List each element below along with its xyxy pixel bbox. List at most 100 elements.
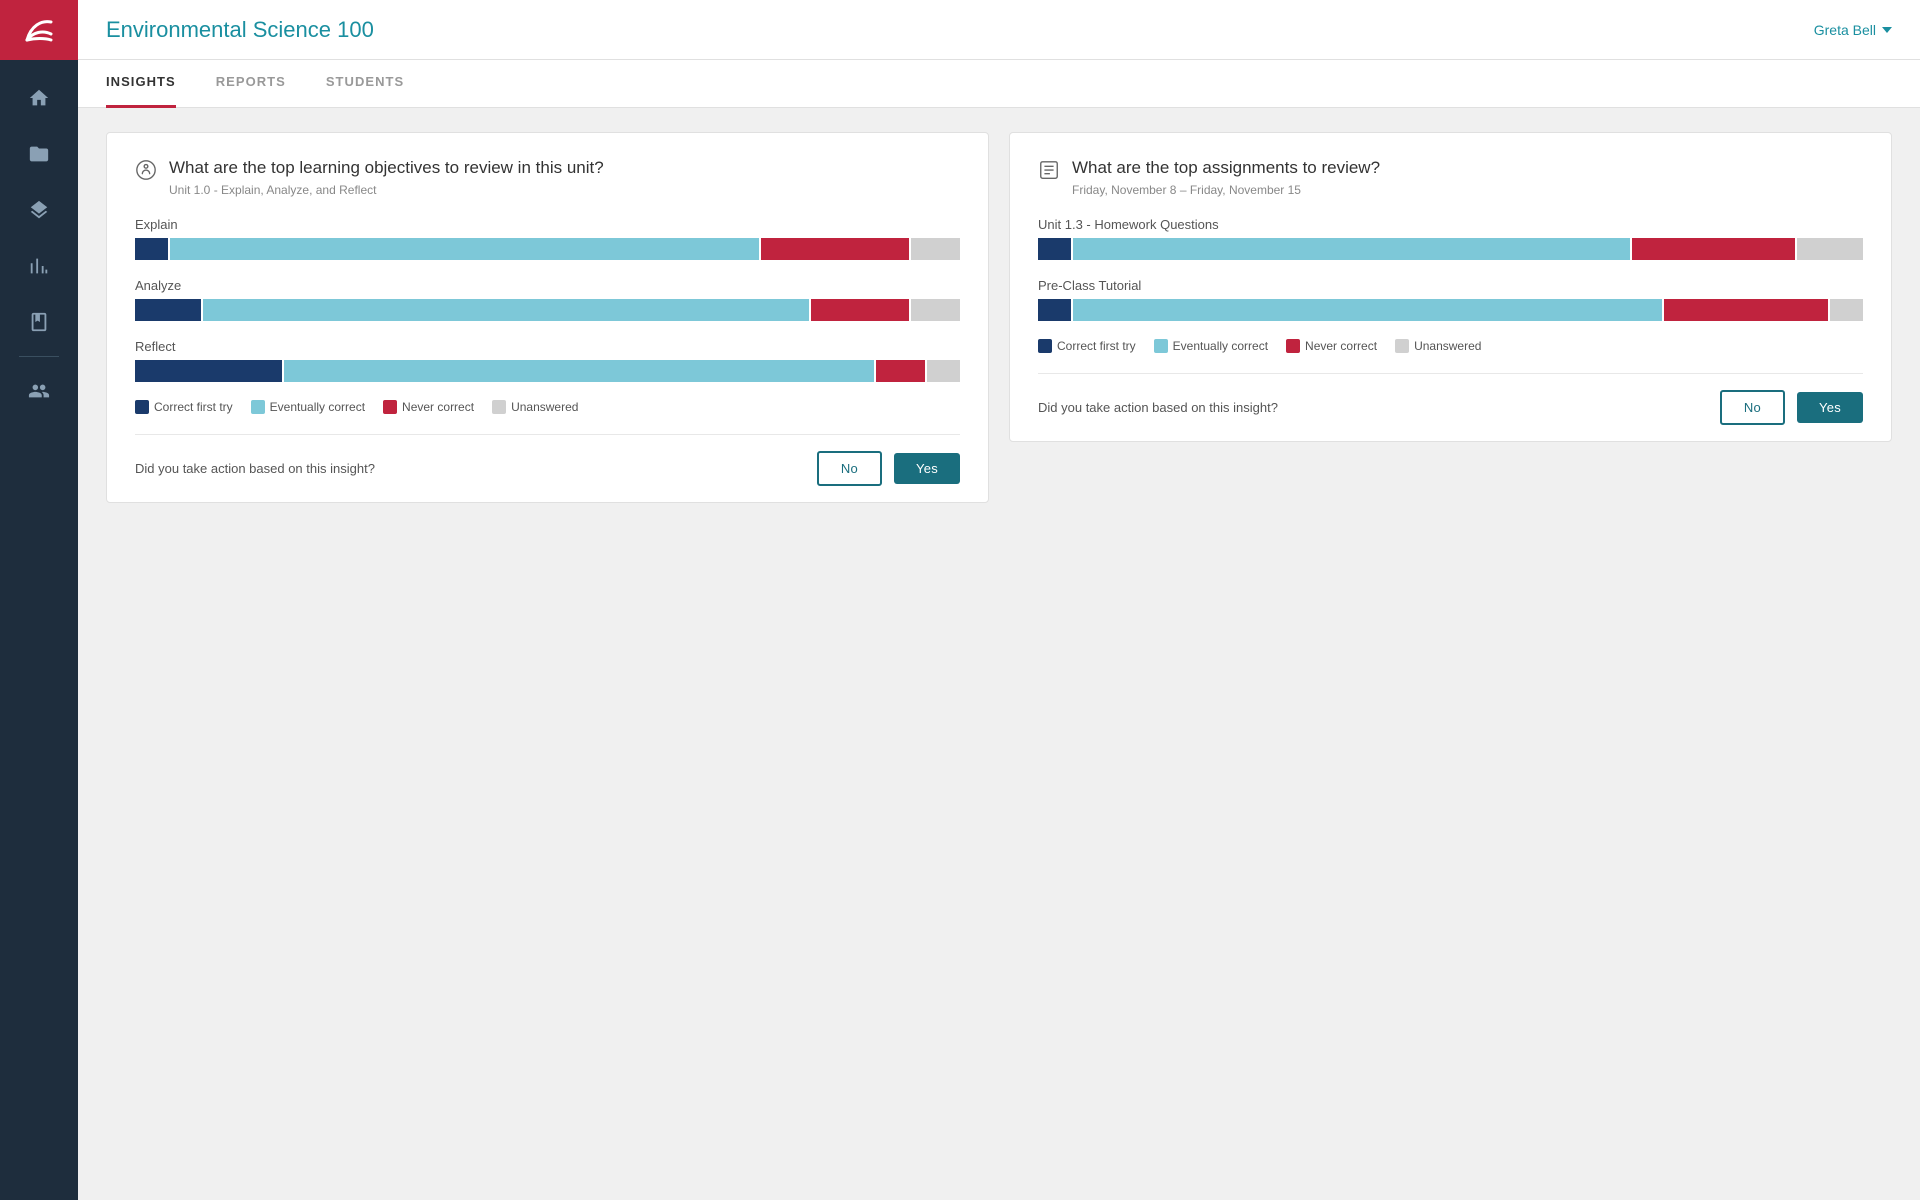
card1-title: What are the top learning objectives to … (169, 157, 604, 179)
card2-header-text: What are the top assignments to review? … (1072, 157, 1380, 197)
card2-bar-preclass: Pre-Class Tutorial (1038, 278, 1863, 321)
bar-explain-correct (135, 238, 168, 260)
legend-correct-first: Correct first try (135, 400, 233, 414)
card2-title: What are the top assignments to review? (1072, 157, 1380, 179)
swatch-never (383, 400, 397, 414)
bar-label-homework: Unit 1.3 - Homework Questions (1038, 217, 1863, 232)
card2-swatch-eventually (1154, 339, 1168, 353)
card2-legend-never: Never correct (1286, 339, 1377, 353)
legend-unanswered-label: Unanswered (511, 400, 578, 414)
sidebar-item-home[interactable] (0, 70, 78, 126)
bar-analyze-unanswered (911, 299, 960, 321)
app-logo[interactable] (0, 0, 78, 60)
card-learning-objectives: What are the top learning objectives to … (106, 132, 989, 503)
bar-preclass-unanswered (1830, 299, 1863, 321)
swatch-unanswered (492, 400, 506, 414)
main-content: Environmental Science 100 Greta Bell INS… (78, 0, 1920, 1200)
bar-analyze-never (811, 299, 909, 321)
bar-homework-unanswered (1797, 238, 1863, 260)
bar-reflect-never (876, 360, 925, 382)
card1-bar-explain: Explain (135, 217, 960, 260)
legend-eventually-label: Eventually correct (270, 400, 365, 414)
bar-preclass-eventually (1073, 299, 1663, 321)
bar-label-analyze: Analyze (135, 278, 960, 293)
card1-no-button[interactable]: No (817, 451, 882, 486)
bar-analyze-correct (135, 299, 201, 321)
bar-explain-unanswered (911, 238, 960, 260)
sidebar (0, 0, 78, 1200)
swatch-correct-first (135, 400, 149, 414)
sidebar-item-notebook[interactable] (0, 294, 78, 350)
card1-bar-reflect: Reflect (135, 339, 960, 382)
bar-preclass-correct (1038, 299, 1071, 321)
card1-legend: Correct first try Eventually correct Nev… (135, 400, 960, 414)
swatch-eventually (251, 400, 265, 414)
card2-legend-eventually-label: Eventually correct (1173, 339, 1268, 353)
card1-action-bar: Did you take action based on this insigh… (135, 434, 960, 502)
card1-yes-button[interactable]: Yes (894, 453, 960, 484)
card2-yes-button[interactable]: Yes (1797, 392, 1863, 423)
user-menu[interactable]: Greta Bell (1814, 22, 1892, 38)
tab-insights[interactable]: INSIGHTS (106, 60, 176, 108)
card1-header: What are the top learning objectives to … (135, 157, 960, 197)
sidebar-item-users[interactable] (0, 363, 78, 419)
sidebar-item-folder[interactable] (0, 126, 78, 182)
bar-explain-eventually (170, 238, 760, 260)
card1-bar-analyze: Analyze (135, 278, 960, 321)
card2-swatch-never (1286, 339, 1300, 353)
bar-reflect-eventually (284, 360, 874, 382)
card2-action-bar: Did you take action based on this insigh… (1038, 373, 1863, 441)
card1-header-text: What are the top learning objectives to … (169, 157, 604, 197)
bar-label-reflect: Reflect (135, 339, 960, 354)
card2-bar-homework: Unit 1.3 - Homework Questions (1038, 217, 1863, 260)
card2-legend-correct-label: Correct first try (1057, 339, 1136, 353)
card2-subtitle: Friday, November 8 – Friday, November 15 (1072, 183, 1380, 197)
bar-explain-never (761, 238, 908, 260)
sidebar-item-layers[interactable] (0, 182, 78, 238)
user-name: Greta Bell (1814, 22, 1876, 38)
card1-subtitle: Unit 1.0 - Explain, Analyze, and Reflect (169, 183, 604, 197)
bar-explain (135, 238, 960, 260)
bar-preclass-never (1664, 299, 1828, 321)
card2-legend-unanswered: Unanswered (1395, 339, 1481, 353)
legend-never-label: Never correct (402, 400, 474, 414)
card2-legend: Correct first try Eventually correct Nev… (1038, 339, 1863, 353)
bar-reflect-correct (135, 360, 282, 382)
card2-swatch-correct (1038, 339, 1052, 353)
bar-label-preclass: Pre-Class Tutorial (1038, 278, 1863, 293)
nav-tabs: INSIGHTS REPORTS STUDENTS (78, 60, 1920, 108)
bar-preclass (1038, 299, 1863, 321)
card2-header: What are the top assignments to review? … (1038, 157, 1863, 197)
bar-homework-never (1632, 238, 1796, 260)
card1-action-question: Did you take action based on this insigh… (135, 461, 805, 476)
legend-unanswered: Unanswered (492, 400, 578, 414)
legend-correct-first-label: Correct first try (154, 400, 233, 414)
card2-legend-correct-first: Correct first try (1038, 339, 1136, 353)
content-area: What are the top learning objectives to … (78, 108, 1920, 1200)
bar-analyze (135, 299, 960, 321)
bar-homework-eventually (1073, 238, 1630, 260)
card2-action-question: Did you take action based on this insigh… (1038, 400, 1708, 415)
bar-homework-correct (1038, 238, 1071, 260)
bar-analyze-eventually (203, 299, 809, 321)
card2-no-button[interactable]: No (1720, 390, 1785, 425)
sidebar-divider (19, 356, 59, 357)
card-assignments: What are the top assignments to review? … (1009, 132, 1892, 442)
header: Environmental Science 100 Greta Bell (78, 0, 1920, 60)
bar-reflect (135, 360, 960, 382)
tab-students[interactable]: STUDENTS (326, 60, 404, 108)
page-title: Environmental Science 100 (106, 17, 374, 43)
tab-reports[interactable]: REPORTS (216, 60, 286, 108)
bar-label-explain: Explain (135, 217, 960, 232)
legend-never: Never correct (383, 400, 474, 414)
objectives-icon (135, 159, 157, 186)
sidebar-item-charts[interactable] (0, 238, 78, 294)
card2-legend-eventually: Eventually correct (1154, 339, 1268, 353)
legend-eventually: Eventually correct (251, 400, 365, 414)
card2-legend-never-label: Never correct (1305, 339, 1377, 353)
assignments-icon (1038, 159, 1060, 186)
card2-swatch-unanswered (1395, 339, 1409, 353)
bar-homework (1038, 238, 1863, 260)
bar-reflect-unanswered (927, 360, 960, 382)
card2-legend-unanswered-label: Unanswered (1414, 339, 1481, 353)
